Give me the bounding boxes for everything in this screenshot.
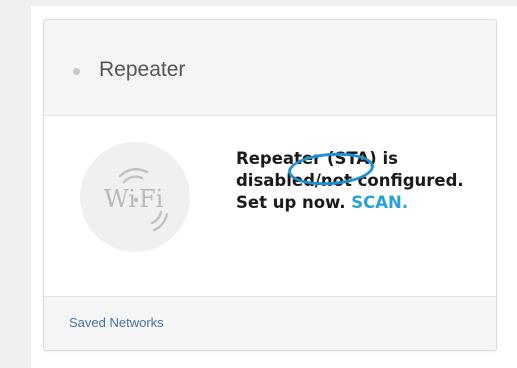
repeater-status-message: Repeater (STA) is disabled/not configure… xyxy=(236,148,466,214)
status-message-text: Repeater (STA) is disabled/not configure… xyxy=(236,149,464,212)
status-dot-icon xyxy=(73,68,80,75)
page: Repeater Wi Fi Repeater (STA) is disable… xyxy=(0,0,517,368)
card-header: Repeater xyxy=(44,20,496,116)
card-footer: Saved Networks xyxy=(44,296,496,350)
repeater-card: Repeater Wi Fi Repeater (STA) is disable… xyxy=(43,19,497,351)
card-title: Repeater xyxy=(99,58,186,81)
saved-networks-link[interactable]: Saved Networks xyxy=(69,315,164,330)
svg-text:Fi: Fi xyxy=(139,185,164,213)
scan-link[interactable]: SCAN. xyxy=(351,193,408,212)
wifi-logo-icon: Wi Fi xyxy=(80,142,190,252)
svg-text:Wi: Wi xyxy=(104,185,136,213)
card-body: Wi Fi Repeater (STA) is disabled/not con… xyxy=(44,116,496,296)
